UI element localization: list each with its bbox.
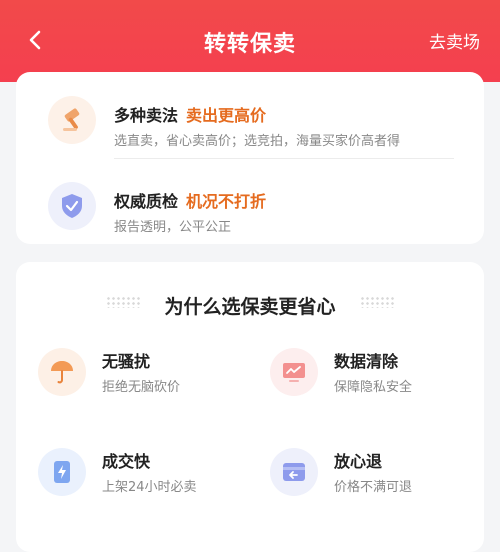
- benefit-worry-free-return: 放心退 价格不满可退: [270, 442, 490, 512]
- umbrella-icon: [38, 348, 86, 396]
- benefit-title: 无骚扰: [102, 352, 151, 371]
- benefit-title: 放心退: [334, 452, 383, 471]
- feature-desc: 选直卖，省心卖高价；选竞拍，海量买家价高者得: [114, 134, 401, 149]
- header-bar: 转转保卖 去卖场: [0, 0, 500, 82]
- gavel-icon: [48, 96, 96, 144]
- benefit-desc: 拒绝无脑砍价: [102, 380, 181, 395]
- divider: [114, 158, 454, 159]
- feature-item-selling-methods: 多种卖法 卖出更高价 选直卖，省心卖高价；选竞拍，海量买家价高者得: [16, 84, 484, 154]
- title-dots-decoration: [360, 296, 394, 308]
- section-title: 为什么选保卖更省心: [164, 296, 336, 318]
- why-choose-card: 为什么选保卖更省心 无骚扰 拒绝无脑砍价 数据清除 保障隐私安全 成交快 上架2…: [16, 262, 484, 552]
- go-to-market-link[interactable]: 去卖场: [429, 28, 480, 53]
- return-icon: [270, 448, 318, 496]
- shield-check-icon: [48, 182, 96, 230]
- lightning-icon: [38, 448, 86, 496]
- benefit-fast-deal: 成交快 上架24小时必卖: [38, 442, 258, 512]
- selling-features-card: 多种卖法 卖出更高价 选直卖，省心卖高价；选竞拍，海量买家价高者得 权威质检 机况不…: [16, 72, 484, 244]
- benefit-title: 数据清除: [334, 352, 399, 371]
- feature-desc: 报告透明，公平公正: [114, 220, 232, 235]
- benefit-title: 成交快: [102, 452, 151, 471]
- feature-title: 权威质检 机况不打折: [114, 192, 267, 211]
- monitor-icon: [270, 348, 318, 396]
- benefit-desc: 保障隐私安全: [334, 380, 413, 395]
- benefit-data-wipe: 数据清除 保障隐私安全: [270, 342, 490, 412]
- feature-highlight: 机况不打折: [186, 192, 267, 211]
- benefit-no-harassment: 无骚扰 拒绝无脑砍价: [38, 342, 258, 412]
- feature-title: 多种卖法 卖出更高价: [114, 106, 267, 125]
- benefit-desc: 上架24小时必卖: [102, 480, 197, 495]
- feature-highlight: 卖出更高价: [186, 106, 267, 125]
- benefit-desc: 价格不满可退: [334, 480, 413, 495]
- feature-item-inspection: 权威质检 机况不打折 报告透明，公平公正: [16, 170, 484, 240]
- page-title: 转转保卖: [203, 32, 296, 57]
